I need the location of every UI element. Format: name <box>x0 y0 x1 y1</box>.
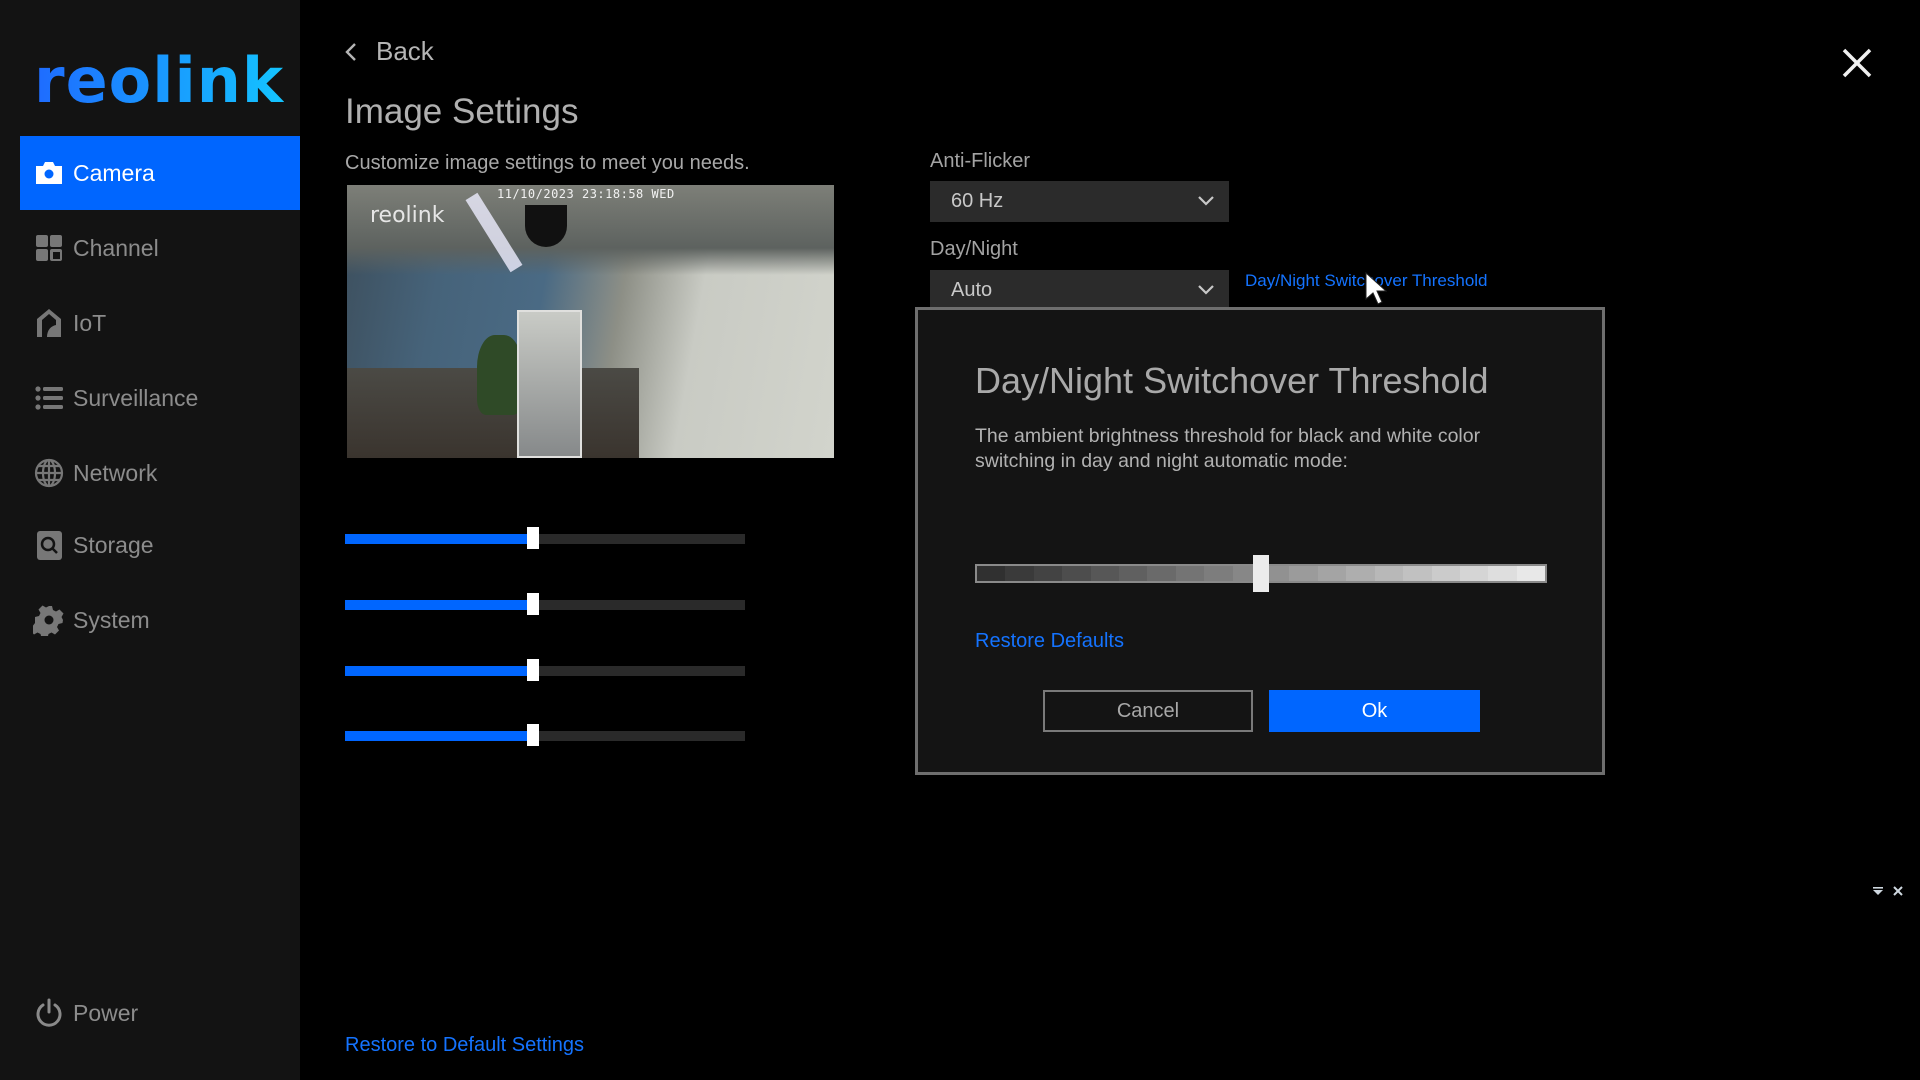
sidebar-item-iot[interactable]: IoT <box>20 286 300 360</box>
page-title: Image Settings <box>345 92 579 131</box>
image-slider-1[interactable] <box>345 527 745 551</box>
slider-thumb[interactable] <box>527 724 539 746</box>
camera-icon <box>33 157 65 189</box>
chevron-left-icon <box>345 42 356 61</box>
threshold-dialog: Day/Night Switchover Threshold The ambie… <box>915 307 1605 775</box>
sidebar-item-surveillance[interactable]: Surveillance <box>20 361 300 435</box>
brightness-step <box>1119 566 1148 581</box>
preview-timestamp: 11/10/2023 23:18:58 WED <box>497 187 675 201</box>
image-slider-4[interactable] <box>345 724 745 748</box>
brightness-step <box>1175 566 1205 581</box>
brightness-step <box>1431 566 1460 581</box>
ceiling-camera <box>525 205 567 247</box>
slider-thumb[interactable] <box>527 527 539 549</box>
camera-preview: reolink 11/10/2023 23:18:58 WED <box>347 185 834 458</box>
day-night-dropdown[interactable]: Auto <box>930 270 1229 311</box>
sidebar-item-storage[interactable]: Storage <box>20 508 300 582</box>
ok-button[interactable]: Ok <box>1269 690 1480 732</box>
brightness-step <box>1516 566 1545 581</box>
iot-home-icon <box>33 307 65 339</box>
dismiss-icon[interactable] <box>1892 884 1904 898</box>
image-slider-3[interactable] <box>345 659 745 683</box>
restore-default-settings-link[interactable]: Restore to Default Settings <box>345 1034 584 1057</box>
close-icon[interactable] <box>1840 46 1874 80</box>
brightness-step <box>1147 566 1176 581</box>
anti-flicker-value: 60 Hz <box>951 190 1004 212</box>
back-button[interactable]: Back <box>344 36 434 67</box>
preview-watermark: reolink <box>370 203 445 228</box>
brightness-step <box>1005 566 1034 581</box>
brightness-step <box>1488 566 1517 581</box>
sidebar-item-network[interactable]: Network <box>20 436 300 510</box>
dialog-description: The ambient brightness threshold for bla… <box>975 425 1481 472</box>
sidebar: reolink Camera Channel IoT Surveillance … <box>0 0 300 1080</box>
power-icon <box>33 997 65 1029</box>
slider-thumb[interactable] <box>527 659 539 681</box>
chevron-down-icon <box>1198 196 1214 206</box>
chevron-down-icon <box>1198 285 1214 295</box>
brightness-step <box>1374 566 1404 581</box>
anti-flicker-dropdown[interactable]: 60 Hz <box>930 181 1229 222</box>
sidebar-item-channel[interactable]: Channel <box>20 211 300 285</box>
brightness-step <box>977 566 1006 581</box>
power-button[interactable]: Power <box>20 976 300 1050</box>
sidebar-item-label: Network <box>73 459 158 486</box>
anti-flicker-label: Anti-Flicker <box>930 150 1031 172</box>
sidebar-item-label: Surveillance <box>73 384 199 411</box>
main-panel: Back Image Settings Customize image sett… <box>300 0 1920 1080</box>
threshold-slider-thumb[interactable] <box>1253 555 1269 592</box>
back-label: Back <box>376 36 434 66</box>
brightness-step <box>1289 566 1318 581</box>
power-label: Power <box>73 999 139 1026</box>
brightness-step <box>1204 566 1233 581</box>
sidebar-item-label: IoT <box>73 309 107 336</box>
overlay-controls <box>1872 884 1904 898</box>
sidebar-item-label: Channel <box>73 234 159 261</box>
restore-defaults-link[interactable]: Restore Defaults <box>975 630 1124 653</box>
sidebar-item-camera[interactable]: Camera <box>20 136 300 210</box>
brightness-threshold-slider[interactable] <box>975 555 1547 593</box>
brightness-step <box>1090 566 1120 581</box>
slider-thumb[interactable] <box>527 593 539 615</box>
gear-icon <box>33 604 65 636</box>
sidebar-item-label: Camera <box>73 159 155 186</box>
sidebar-item-system[interactable]: System <box>20 583 300 657</box>
day-night-value: Auto <box>951 279 993 301</box>
brightness-step <box>1033 566 1063 581</box>
mouse-cursor-icon <box>1365 272 1387 305</box>
brightness-step <box>1403 566 1432 581</box>
image-slider-2[interactable] <box>345 593 745 617</box>
brightness-step <box>1062 566 1091 581</box>
globe-icon <box>33 457 65 489</box>
sidebar-item-label: System <box>73 606 150 633</box>
page-subtitle: Customize image settings to meet you nee… <box>345 152 750 174</box>
sidebar-item-label: Storage <box>73 531 154 558</box>
day-night-label: Day/Night <box>930 238 1018 260</box>
reolink-logo: reolink <box>34 44 285 117</box>
cancel-button[interactable]: Cancel <box>1043 690 1253 732</box>
dialog-title: Day/Night Switchover Threshold <box>975 360 1489 401</box>
storage-icon <box>33 529 65 561</box>
list-icon <box>33 382 65 414</box>
brightness-step <box>1459 566 1489 581</box>
brightness-step <box>1317 566 1347 581</box>
brightness-step <box>1346 566 1375 581</box>
collapse-icon[interactable] <box>1872 884 1884 898</box>
channel-grid-icon <box>33 232 65 264</box>
